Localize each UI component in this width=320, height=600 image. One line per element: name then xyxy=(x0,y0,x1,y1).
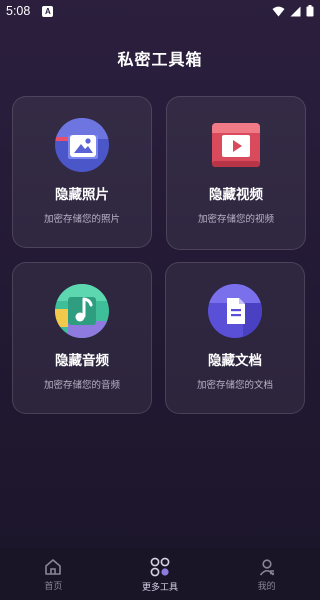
profile-icon xyxy=(259,558,274,576)
video-icon xyxy=(212,123,260,167)
notification-icon: A xyxy=(42,5,54,17)
tools-grid-icon xyxy=(150,557,170,576)
photo-icon xyxy=(55,118,109,172)
nav-item-profile[interactable]: 我的 xyxy=(227,557,307,592)
hide-audio-card[interactable]: 隐藏音频 加密存储您的音频 xyxy=(12,262,152,414)
hide-document-card[interactable]: 隐藏文档 加密存储您的文档 xyxy=(165,262,305,414)
nav-label: 更多工具 xyxy=(141,582,178,593)
nav-label: 我的 xyxy=(257,581,276,592)
music-icon xyxy=(55,284,109,338)
nav-item-home[interactable]: 首页 xyxy=(13,557,93,592)
wifi-icon xyxy=(272,6,285,16)
card-title: 隐藏照片 xyxy=(55,187,109,203)
hide-video-card[interactable]: 隐藏视频 加密存储您的视频 xyxy=(166,96,306,250)
nav-label: 首页 xyxy=(44,581,63,592)
home-icon xyxy=(45,558,62,575)
status-indicators xyxy=(272,5,314,17)
card-description: 加密存储您的照片 xyxy=(43,214,120,225)
nav-item-tools[interactable]: 更多工具 xyxy=(120,556,200,593)
card-title: 隐藏音频 xyxy=(55,353,109,369)
card-description: 加密存储您的文档 xyxy=(196,380,273,391)
card-description: 加密存储您的视频 xyxy=(197,214,274,225)
page-title: 私密工具箱 xyxy=(117,50,203,69)
battery-icon xyxy=(306,5,314,17)
signal-icon xyxy=(290,6,301,16)
bottom-nav: 首页 更多工具 我的 xyxy=(0,548,320,600)
card-title: 隐藏视频 xyxy=(209,187,263,203)
document-icon xyxy=(208,284,262,338)
status-time: 5:08 xyxy=(6,4,31,18)
status-bar: 5:08 A xyxy=(0,0,320,22)
card-description: 加密存储您的音频 xyxy=(43,380,120,391)
card-title: 隐藏文档 xyxy=(208,353,262,369)
hide-photo-card[interactable]: 隐藏照片 加密存储您的照片 xyxy=(12,96,152,248)
